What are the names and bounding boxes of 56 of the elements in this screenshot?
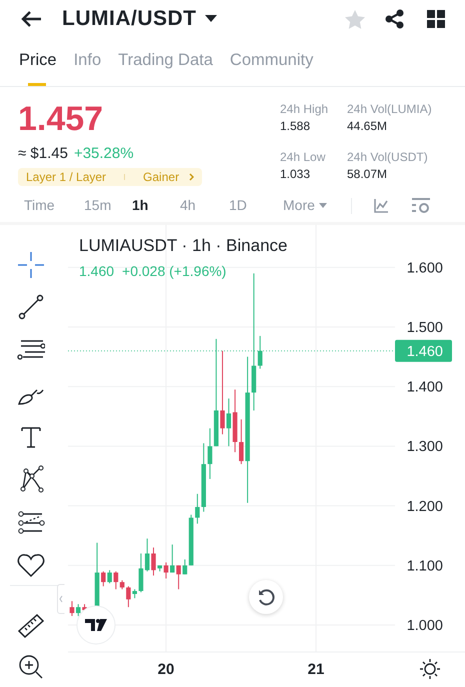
interval-tab[interactable]: Time [24,195,84,216]
interval-tab[interactable]: More [283,195,351,216]
price-axis-label: 1.200 [406,498,443,515]
stat-value: 1.588 [280,118,312,135]
stat-value: 1.033 [280,166,312,183]
undo-icon [257,588,275,606]
grid-icon[interactable] [427,10,445,28]
indicator-settings-icon[interactable] [412,198,430,214]
last-price-badge [395,340,452,362]
time-axis-label: 20 [158,661,174,678]
tab[interactable]: Trading Data [118,48,213,86]
legend-change: +0.028 (+1.96%) [122,262,226,281]
interval-tab[interactable]: 1h [132,195,180,216]
interval-tab[interactable]: 4h [180,195,229,216]
tab[interactable]: Price [19,48,57,86]
ruler-icon[interactable] [17,611,45,639]
price-axis-label: 1.300 [406,439,443,456]
share-icon[interactable] [385,9,405,29]
price-axis-label: 1.100 [406,558,443,574]
stat-label: 24h High [280,101,330,117]
back-arrow-icon[interactable] [20,10,42,28]
stat-value: 44.65M [347,118,388,135]
chart-title: LUMIAUSDT · 1h · Binance [79,235,288,257]
reset-chart-button[interactable] [249,580,283,614]
legend-price: 1.460 [79,262,114,281]
price-axis-label: 1.600 [406,260,443,276]
stat-label: 24h Vol(USDT) [347,149,429,165]
interval-tab[interactable]: 15m [84,195,132,216]
tag-label: Gainer [143,168,180,186]
crosshair-icon[interactable] [17,251,45,279]
trend-line-icon[interactable] [17,293,45,321]
last-price: 1.457 [18,101,104,137]
chevron-right-icon [189,172,194,180]
star-icon[interactable] [345,10,365,28]
price-axis-label: 1.400 [406,380,443,396]
zoom-in-icon[interactable] [17,653,45,681]
price-change: +35.28% [74,144,134,164]
stat-label: 24h Low [280,149,326,165]
stat-value: 58.07M [347,166,388,183]
tag-bar[interactable]: Layer 1 / Layer Gainer [18,168,202,186]
tag-label: Layer 1 / Layer [26,168,106,186]
caret-down-icon[interactable] [204,15,216,23]
tradingview-logo-icon[interactable] [76,605,116,645]
interval-tab[interactable]: 1D [229,195,283,216]
tab[interactable]: Info [74,48,102,86]
heart-icon[interactable] [17,551,45,579]
last-price-label: 1.460 [406,344,443,360]
stat-label: 24h Vol(LUMIA) [347,101,433,117]
chart-type-icon[interactable] [374,198,388,212]
price-axis-label: 1.500 [406,320,443,336]
tab[interactable]: Community [230,48,314,86]
price-axis-label: 1.000 [406,618,443,634]
fiat-price: ≈ $1.45 [18,144,68,164]
time-axis-label: 21 [308,661,324,678]
settings-icon[interactable] [420,659,440,679]
pair-title[interactable]: LUMIA/USDT [62,3,196,35]
